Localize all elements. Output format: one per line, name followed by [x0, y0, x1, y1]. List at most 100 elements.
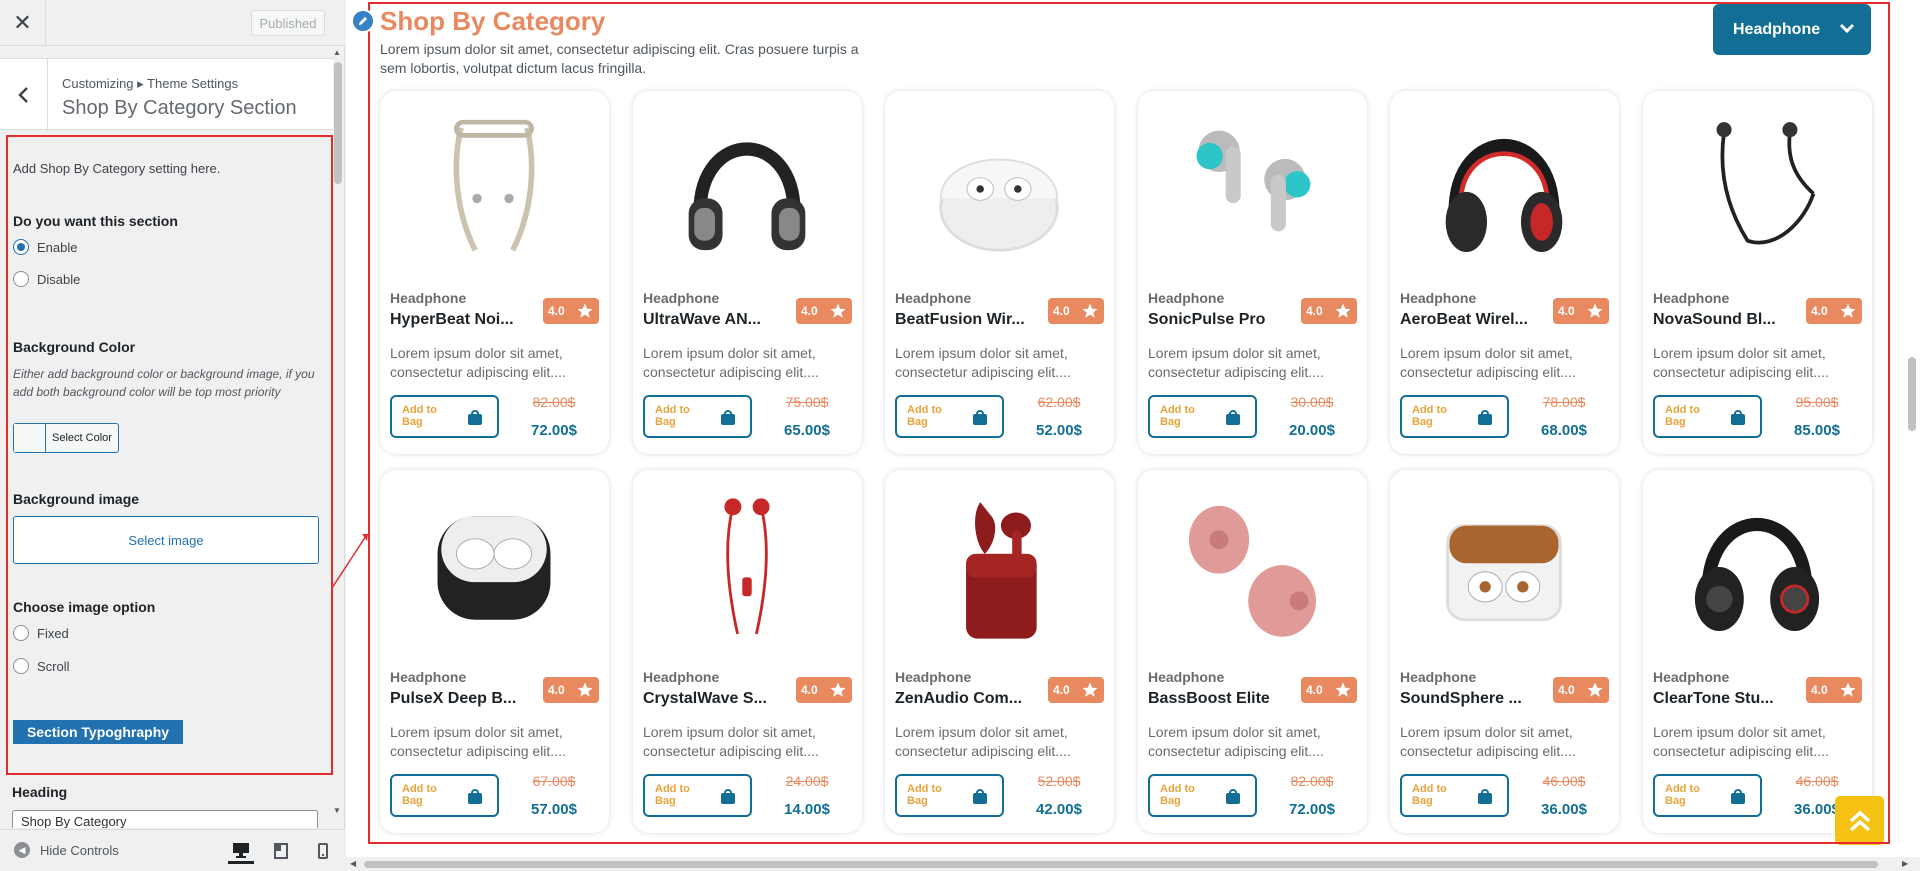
desktop-icon: [233, 842, 249, 858]
back-button[interactable]: [0, 59, 48, 131]
published-button[interactable]: Published: [251, 10, 325, 36]
product-card[interactable]: Headphone BeatFusion Wir... 4.0 Lorem ipsum…: [885, 91, 1114, 454]
current-price: 68.00$: [1541, 422, 1587, 439]
radio-scroll[interactable]: Scroll: [13, 658, 70, 674]
product-name[interactable]: BassBoost Elite: [1148, 690, 1288, 708]
product-image[interactable]: [919, 488, 1079, 648]
shopping-bag-icon: [973, 410, 987, 425]
product-image[interactable]: [414, 488, 574, 648]
product-image[interactable]: [919, 109, 1079, 269]
product-image[interactable]: [1172, 109, 1332, 269]
add-to-bag-button[interactable]: Add to Bag: [1653, 774, 1762, 817]
product-name[interactable]: CrystalWave S...: [643, 690, 783, 708]
category-dropdown[interactable]: Headphone: [1713, 4, 1871, 55]
product-card[interactable]: Headphone ZenAudio Com... 4.0 Lorem ipsum d…: [885, 470, 1114, 833]
scroll-to-top-button[interactable]: [1835, 796, 1884, 845]
product-name[interactable]: AeroBeat Wirel...: [1400, 311, 1540, 329]
radio-disable[interactable]: Disable: [13, 271, 80, 287]
product-name[interactable]: SoundSphere ...: [1400, 690, 1540, 708]
shop-section-description: Lorem ipsum dolor sit amet, consectetur …: [380, 41, 859, 76]
add-to-bag-label: Add to Bag: [1412, 783, 1447, 807]
star-icon: [1587, 682, 1603, 697]
product-name[interactable]: PulseX Deep B...: [390, 690, 530, 708]
sidebar-scrollbar[interactable]: ▲ ▼: [333, 48, 343, 818]
product-card[interactable]: Headphone PulseX Deep B... 4.0 Lorem ipsum …: [380, 470, 609, 833]
chevron-left-icon: [17, 87, 28, 103]
radio-enable[interactable]: Enable: [13, 239, 77, 255]
scroll-up-arrow-icon[interactable]: ▲: [333, 48, 341, 57]
product-card[interactable]: Headphone HyperBeat Noi... 4.0 Lorem ipsum …: [380, 91, 609, 454]
add-to-bag-button[interactable]: Add to Bag: [1148, 774, 1257, 817]
old-price: 46.00$: [1542, 773, 1586, 789]
scroll-left-arrow-icon[interactable]: ◀: [350, 859, 356, 868]
close-button[interactable]: ✕: [0, 0, 46, 46]
add-to-bag-button[interactable]: Add to Bag: [643, 395, 752, 438]
add-to-bag-button[interactable]: Add to Bag: [1148, 395, 1257, 438]
add-to-bag-button[interactable]: Add to Bag: [1400, 774, 1509, 817]
product-category: Headphone: [1400, 669, 1477, 685]
old-price: 24.00$: [785, 773, 829, 789]
radio-fixed[interactable]: Fixed: [13, 625, 69, 641]
old-price: 78.00$: [1542, 394, 1586, 410]
product-name[interactable]: BeatFusion Wir...: [895, 311, 1035, 329]
preview-vertical-scrollbar[interactable]: [1908, 357, 1916, 431]
product-image[interactable]: [1677, 488, 1837, 648]
product-name[interactable]: SonicPulse Pro: [1148, 311, 1288, 329]
product-name[interactable]: NovaSound Bl...: [1653, 311, 1793, 329]
product-image[interactable]: [414, 109, 574, 269]
current-price: 72.00$: [1289, 801, 1335, 818]
section-typography-button[interactable]: Section Typoghraphy: [13, 720, 183, 744]
scrollbar-thumb[interactable]: [364, 861, 1878, 868]
product-image[interactable]: [667, 488, 827, 648]
product-card[interactable]: Headphone NovaSound Bl... 4.0 Lorem ipsum d…: [1643, 91, 1872, 454]
product-image[interactable]: [667, 109, 827, 269]
product-description: Lorem ipsum dolor sit amet, consectetur …: [1148, 345, 1324, 380]
select-image-button[interactable]: Select image: [13, 516, 319, 564]
edit-shortcut-button[interactable]: [351, 9, 375, 33]
select-color-button[interactable]: Select Color: [13, 423, 119, 453]
product-image[interactable]: [1172, 488, 1332, 648]
star-icon: [1082, 303, 1098, 318]
old-price: 95.00$: [1795, 394, 1839, 410]
product-description: Lorem ipsum dolor sit amet, consectetur …: [895, 724, 1071, 759]
add-to-bag-button[interactable]: Add to Bag: [1400, 395, 1509, 438]
add-to-bag-label: Add to Bag: [1160, 404, 1195, 428]
product-card[interactable]: Headphone UltraWave AN... 4.0 Lorem ipsum d…: [633, 91, 862, 454]
rating-badge: 4.0: [1553, 298, 1609, 324]
add-to-bag-button[interactable]: Add to Bag: [1653, 395, 1762, 438]
star-icon: [1840, 682, 1856, 697]
product-category: Headphone: [895, 290, 972, 306]
scrollbar-thumb[interactable]: [334, 62, 342, 184]
add-to-bag-button[interactable]: Add to Bag: [390, 774, 499, 817]
pencil-icon: [359, 17, 367, 25]
product-card[interactable]: Headphone SoundSphere ... 4.0 Lorem ipsum d…: [1390, 470, 1619, 833]
product-description: Lorem ipsum dolor sit amet, consectetur …: [643, 345, 819, 380]
product-name[interactable]: ZenAudio Com...: [895, 690, 1035, 708]
product-card[interactable]: Headphone ClearTone Stu... 4.0 Lorem ipsum …: [1643, 470, 1872, 833]
tablet-preview-button[interactable]: [268, 838, 294, 864]
product-card[interactable]: Headphone AeroBeat Wirel... 4.0 Lorem ipsum…: [1390, 91, 1619, 454]
product-card[interactable]: Headphone CrystalWave S... 4.0 Lorem ipsum …: [633, 470, 862, 833]
add-to-bag-button[interactable]: Add to Bag: [895, 395, 1004, 438]
product-name[interactable]: UltraWave AN...: [643, 311, 783, 329]
product-image[interactable]: [1424, 109, 1584, 269]
add-to-bag-button[interactable]: Add to Bag: [390, 395, 499, 438]
product-name[interactable]: ClearTone Stu...: [1653, 690, 1793, 708]
add-to-bag-button[interactable]: Add to Bag: [895, 774, 1004, 817]
product-image[interactable]: [1424, 488, 1584, 648]
product-card[interactable]: Headphone SonicPulse Pro 4.0 Lorem ipsum do…: [1138, 91, 1367, 454]
add-to-bag-button[interactable]: Add to Bag: [643, 774, 752, 817]
star-icon: [830, 682, 846, 697]
mobile-preview-button[interactable]: [310, 838, 336, 864]
heading-input[interactable]: Shop By Category: [12, 810, 318, 828]
product-image[interactable]: [1677, 109, 1837, 269]
product-card[interactable]: Headphone BassBoost Elite 4.0 Lorem ipsum d…: [1138, 470, 1367, 833]
hide-controls-button[interactable]: ◀ Hide Controls: [14, 842, 119, 858]
shopping-bag-icon: [1731, 410, 1745, 425]
preview-horizontal-scrollbar[interactable]: ◀ ▶: [346, 857, 1920, 871]
scroll-down-arrow-icon[interactable]: ▼: [333, 806, 341, 815]
radio-scroll-label: Scroll: [37, 658, 70, 674]
scroll-right-arrow-icon[interactable]: ▶: [1902, 859, 1908, 868]
desktop-preview-button[interactable]: [228, 838, 254, 864]
product-name[interactable]: HyperBeat Noi...: [390, 311, 530, 329]
